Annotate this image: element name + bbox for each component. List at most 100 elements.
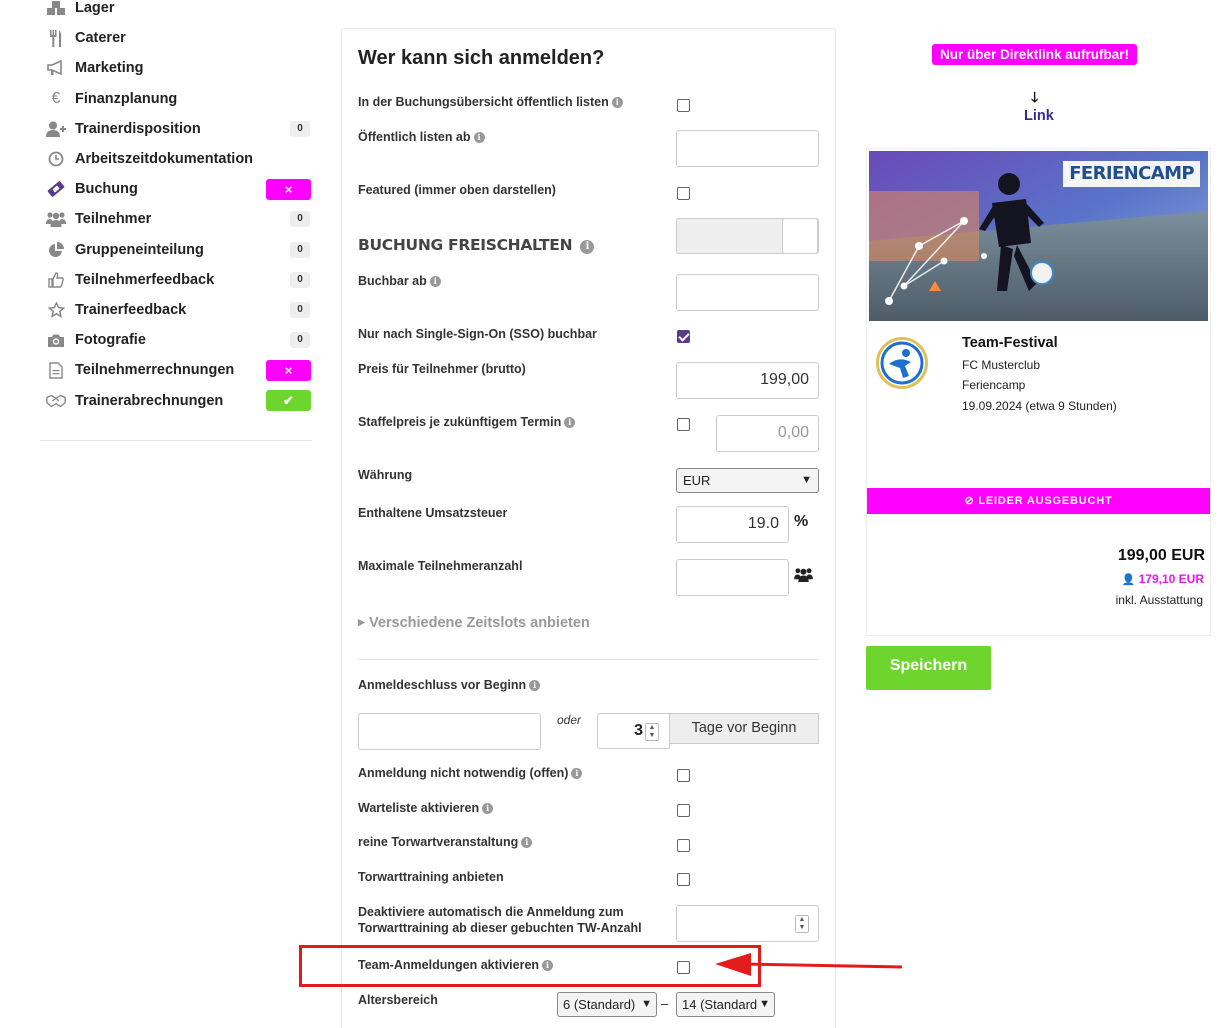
ust-label: Enthaltene Umsatzsteuer — [358, 506, 508, 520]
listen-ab-label: Öffentlich listen ab i — [358, 129, 485, 145]
ticket-icon — [46, 180, 66, 198]
sso-label: Nur nach Single-Sign-On (SSO) buchbar — [358, 327, 597, 341]
status-badge: × — [266, 359, 311, 381]
sidebar-item-fotografie[interactable]: Fotografie 0 — [40, 325, 312, 355]
sidebar-item-trainerdisposition[interactable]: Trainerdisposition 0 — [40, 114, 312, 144]
sidebar-item-label: Trainerabrechnungen — [75, 392, 224, 409]
sidebar-item-lager[interactable]: Lager — [40, 0, 312, 23]
handshake-icon — [46, 392, 66, 410]
event-date: 19.09.2024 (etwa 9 Stunden) — [962, 399, 1117, 413]
event-club: FC Musterclub — [962, 358, 1041, 372]
info-icon[interactable]: i — [564, 417, 576, 428]
count-badge: 0 — [290, 241, 310, 258]
sidebar-item-label: Buchung — [75, 181, 138, 198]
torwart-checkbox[interactable] — [677, 839, 690, 852]
document-icon — [46, 361, 66, 379]
preis-label: Preis für Teilnehmer (brutto) — [358, 362, 526, 376]
info-icon[interactable]: i — [482, 803, 494, 814]
toggle-knob[interactable] — [782, 218, 818, 254]
warteliste-checkbox[interactable] — [677, 804, 690, 817]
spin-arrows-icon[interactable]: ▲ ▼ — [795, 915, 809, 933]
featured-label: Featured (immer oben darstellen) — [358, 183, 556, 197]
info-icon[interactable]: i — [571, 768, 583, 779]
highlight-box — [299, 945, 761, 987]
sso-checkbox[interactable] — [677, 330, 690, 343]
sidebar-item-trainerabrechnungen[interactable]: Trainerabrechnungen ✔ — [40, 386, 312, 416]
info-icon[interactable]: i — [611, 97, 623, 108]
section-heading-freischalten: BUCHUNG FREISCHALTEN i — [358, 236, 595, 254]
nicht-notwendig-label: Anmeldung nicht notwendig (offen) i — [358, 765, 583, 781]
sidebar-item-buchung[interactable]: Buchung × — [40, 174, 312, 204]
sidebar-item-teilnehmerfeedback[interactable]: Teilnehmerfeedback 0 — [40, 265, 312, 295]
oder-label: oder — [557, 713, 582, 727]
staffel-label: Staffelpreis je zukünftigem Termin i — [358, 414, 576, 430]
listen-ab-input[interactable] — [676, 130, 819, 167]
max-teilnehmer-label: Maximale Teilnehmeranzahl — [358, 559, 523, 573]
sidebar-item-label: Finanzplanung — [75, 90, 178, 107]
torwarttraining-checkbox[interactable] — [677, 873, 690, 886]
tw-anzahl-stepper[interactable]: ▲ ▼ — [676, 905, 819, 942]
form-title: Wer kann sich anmelden? — [358, 47, 605, 69]
info-icon[interactable]: i — [580, 240, 595, 254]
section-divider — [358, 659, 819, 660]
clock-icon — [46, 150, 66, 168]
sidebar-item-label: Fotografie — [75, 332, 146, 349]
freischalten-toggle[interactable] — [676, 218, 819, 254]
sidebar-item-label: Teilnehmerrechnungen — [75, 362, 235, 379]
spin-arrows-icon[interactable]: ▲ ▼ — [645, 723, 659, 741]
camera-icon — [46, 331, 66, 349]
anmeldeschluss-label: Anmeldeschluss vor Beginn i — [358, 677, 541, 693]
sidebar-item-label: Marketing — [75, 60, 144, 77]
sidebar-item-label: Trainerdisposition — [75, 120, 201, 137]
tage-stepper[interactable]: 3 ▲ ▼ — [597, 713, 670, 749]
event-title: Team-Festival — [962, 335, 1058, 351]
sidebar-item-teilnehmerrechnungen[interactable]: Teilnehmerrechnungen × — [40, 355, 312, 385]
nicht-notwendig-checkbox[interactable] — [677, 769, 690, 782]
torwart-label: reine Torwartveranstaltung i — [358, 834, 533, 850]
sidebar-item-teilnehmer[interactable]: Teilnehmer 0 — [40, 204, 312, 234]
sidebar-item-label: Caterer — [75, 30, 126, 47]
euro-icon: € — [51, 89, 61, 107]
featured-checkbox[interactable] — [677, 187, 690, 200]
alter-bis-select[interactable]: 14 (Standard) ▼ — [676, 992, 775, 1017]
preis-input[interactable]: 199,00 — [676, 362, 819, 399]
sidebar-item-arbeitszeitdokumentation[interactable]: Arbeitszeitdokumentation — [40, 144, 312, 174]
count-badge: 0 — [290, 302, 310, 319]
listen-checkbox[interactable] — [677, 99, 690, 112]
price-note: inkl. Ausstattung — [1115, 593, 1203, 607]
event-hero-image: FERIENCAMP — [869, 151, 1208, 321]
zeitslots-toggle[interactable]: ▶ Verschiedene Zeitslots anbieten — [358, 615, 590, 631]
preview-link[interactable]: Link — [1024, 108, 1054, 124]
count-badge: 0 — [290, 332, 310, 349]
info-icon[interactable]: i — [521, 837, 533, 848]
count-badge: 0 — [290, 211, 310, 228]
sidebar-item-label: Gruppeneinteilung — [75, 241, 204, 258]
staffel-checkbox[interactable] — [677, 418, 690, 431]
waehrung-select[interactable]: EUR ▼ — [676, 468, 819, 493]
direct-link-notice: Nur über Direktlink aufrufbar! — [932, 44, 1138, 65]
anmeldeschluss-date-input[interactable] — [358, 713, 541, 750]
sidebar-item-trainerfeedback[interactable]: Trainerfeedback 0 — [40, 295, 312, 325]
sidebar-item-caterer[interactable]: Caterer — [40, 23, 312, 53]
event-category: Feriencamp — [962, 378, 1026, 392]
max-teilnehmer-input[interactable] — [676, 559, 789, 596]
buchbar-ab-input[interactable] — [676, 274, 819, 311]
ust-input[interactable]: 19.0 — [676, 506, 789, 543]
save-button[interactable]: Speichern — [866, 646, 991, 690]
sidebar-item-finanzplanung[interactable]: € Finanzplanung — [40, 84, 312, 114]
highlight-arrow — [715, 953, 903, 976]
listen-label: In der Buchungsübersicht öffentlich list… — [358, 94, 623, 110]
alter-von-select[interactable]: 6 (Standard) ▼ — [557, 992, 657, 1017]
waehrung-label: Währung — [358, 468, 413, 482]
sidebar-item-gruppeneinteilung[interactable]: Gruppeneinteilung 0 — [40, 235, 312, 265]
user-plus-icon — [46, 120, 66, 138]
sidebar-item-marketing[interactable]: Marketing — [40, 53, 312, 83]
info-icon[interactable]: i — [429, 276, 441, 287]
info-icon[interactable]: i — [529, 680, 541, 691]
count-badge: 0 — [290, 271, 310, 288]
tage-value: 3 — [634, 722, 643, 739]
staffel-input[interactable]: 0,00 — [716, 415, 819, 452]
feriencamp-badge: FERIENCAMP — [1063, 161, 1200, 187]
info-icon[interactable]: i — [473, 132, 485, 143]
percent-unit: % — [794, 513, 809, 530]
